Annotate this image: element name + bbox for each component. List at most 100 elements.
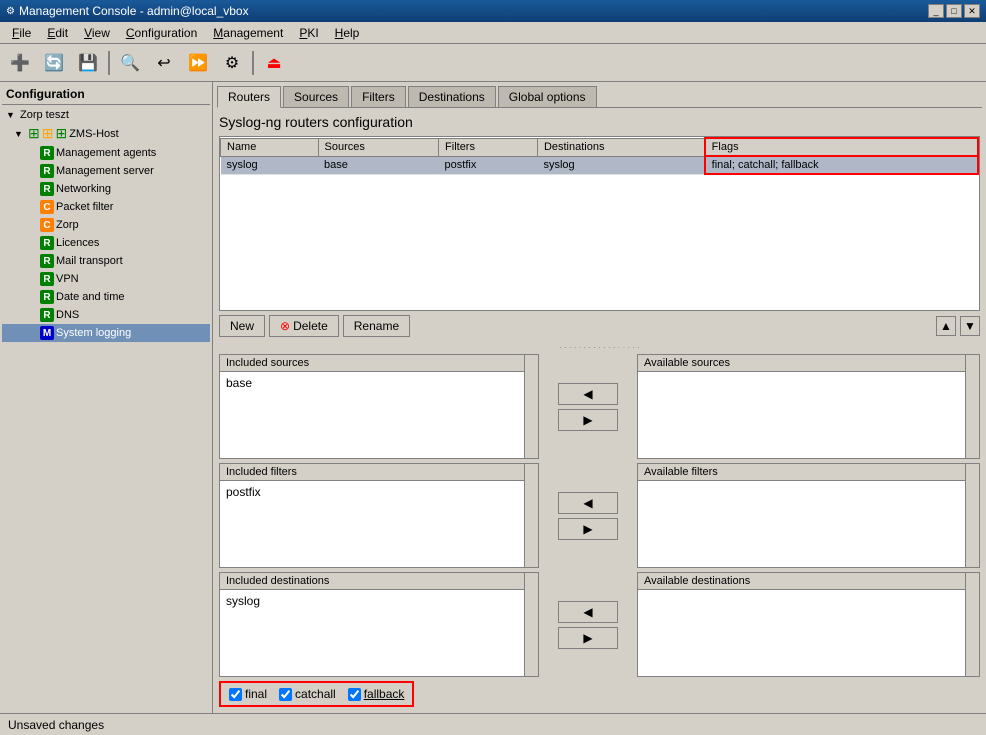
- rename-button[interactable]: Rename: [343, 315, 410, 337]
- tab-global-options[interactable]: Global options: [498, 86, 597, 107]
- menu-configuration[interactable]: Configuration: [118, 24, 205, 42]
- scroll-down-btn[interactable]: ▼: [960, 316, 980, 336]
- flags-bar: final catchall fallback: [219, 681, 414, 707]
- included-filters-panel: Included filters postfix: [219, 463, 539, 568]
- filters-transfer-row: Included filters postfix ◀ ▶ Available f…: [219, 463, 980, 568]
- r-icon: R: [40, 182, 54, 196]
- filters-move-left-btn[interactable]: ◀: [558, 492, 618, 514]
- flag-fallback-checkbox[interactable]: fallback: [348, 687, 405, 701]
- list-item[interactable]: base: [226, 376, 532, 390]
- main-layout: Configuration ▼ Zorp teszt ▼ ⊞ ⊞ ⊞ ZMS-H…: [0, 82, 986, 713]
- status-text: Unsaved changes: [8, 718, 104, 732]
- toolbar-search-button[interactable]: 🔍: [114, 48, 146, 78]
- sidebar-item-mgmt-server[interactable]: R Management server: [2, 162, 210, 180]
- col-header-sources: Sources: [318, 138, 439, 156]
- sidebar-item-label: Date and time: [56, 291, 124, 303]
- new-button[interactable]: New: [219, 315, 265, 337]
- menu-file[interactable]: File: [4, 24, 39, 42]
- flag-final-checkbox[interactable]: final: [229, 687, 267, 701]
- toolbar-back-button[interactable]: ↩: [148, 48, 180, 78]
- sidebar-item-mail-transport[interactable]: R Mail transport: [2, 252, 210, 270]
- included-destinations-content: syslog: [220, 590, 538, 676]
- included-sources-scrollbar[interactable]: [524, 355, 538, 458]
- sidebar-item-packet-filter[interactable]: C Packet filter: [2, 198, 210, 216]
- list-item[interactable]: syslog: [226, 594, 532, 608]
- action-button-bar: New ⊗ Delete Rename ▲ ▼: [219, 311, 980, 341]
- menu-edit[interactable]: Edit: [39, 24, 76, 42]
- sources-move-left-btn[interactable]: ◀: [558, 383, 618, 405]
- r-icon: R: [40, 308, 54, 322]
- separator-dots: · · · · · · · · · · · · · · · · ·: [219, 341, 980, 354]
- sidebar-item-networking[interactable]: R Networking: [2, 180, 210, 198]
- sidebar-item-zorp[interactable]: C Zorp: [2, 216, 210, 234]
- menu-management[interactable]: Management: [205, 24, 291, 42]
- tab-routers[interactable]: Routers: [217, 86, 281, 108]
- toolbar-settings-button[interactable]: ⚙: [216, 48, 248, 78]
- included-sources-title: Included sources: [220, 355, 538, 372]
- tab-bar: Routers Sources Filters Destinations Glo…: [213, 82, 986, 107]
- cell-sources: base: [318, 156, 439, 174]
- rename-button-label: Rename: [354, 319, 399, 333]
- title-text: Management Console - admin@local_vbox: [19, 4, 249, 18]
- sidebar-item-zorp-teszt[interactable]: ▼ Zorp teszt: [2, 107, 210, 123]
- sidebar-item-vpn[interactable]: R VPN: [2, 270, 210, 288]
- available-destinations-scrollbar[interactable]: [965, 573, 979, 676]
- included-filters-title: Included filters: [220, 464, 538, 481]
- host-icon2: ⊞: [42, 125, 54, 142]
- toolbar-disconnect-button[interactable]: ⏏: [258, 48, 290, 78]
- delete-icon: ⊗: [280, 319, 290, 333]
- tab-destinations[interactable]: Destinations: [408, 86, 496, 107]
- sidebar-item-dns[interactable]: R DNS: [2, 306, 210, 324]
- toolbar: ➕ 🔄 💾 🔍 ↩ ⏩ ⚙ ⏏: [0, 44, 986, 82]
- sources-transfer-row: Included sources base ◀ ▶ Available sour…: [219, 354, 980, 459]
- sidebar-item-label: ZMS-Host: [69, 128, 119, 140]
- toolbar-forward-button[interactable]: ⏩: [182, 48, 214, 78]
- cell-flags: final; catchall; fallback: [705, 156, 978, 174]
- delete-button[interactable]: ⊗ Delete: [269, 315, 339, 337]
- flag-final-input[interactable]: [229, 688, 242, 701]
- sources-arrows: ◀ ▶: [543, 354, 633, 459]
- toolbar-new-button[interactable]: ➕: [4, 48, 36, 78]
- sidebar-item-zms-host[interactable]: ▼ ⊞ ⊞ ⊞ ZMS-Host: [2, 123, 210, 144]
- included-filters-content: postfix: [220, 481, 538, 567]
- minimize-button[interactable]: _: [928, 4, 944, 18]
- flag-catchall-checkbox[interactable]: catchall: [279, 687, 336, 701]
- col-header-destinations: Destinations: [537, 138, 704, 156]
- title-bar: ⚙ Management Console - admin@local_vbox …: [0, 0, 986, 22]
- sidebar-item-licences[interactable]: R Licences: [2, 234, 210, 252]
- r-icon: R: [40, 272, 54, 286]
- sidebar-item-label: DNS: [56, 309, 79, 321]
- maximize-button[interactable]: □: [946, 4, 962, 18]
- included-sources-panel: Included sources base: [219, 354, 539, 459]
- included-destinations-scrollbar[interactable]: [524, 573, 538, 676]
- menu-pki[interactable]: PKI: [291, 24, 326, 42]
- included-sources-content: base: [220, 372, 538, 458]
- host-icon3: ⊞: [55, 125, 67, 142]
- close-button[interactable]: ✕: [964, 4, 980, 18]
- available-filters-scrollbar[interactable]: [965, 464, 979, 567]
- sidebar-item-system-logging[interactable]: M System logging: [2, 324, 210, 342]
- menu-view[interactable]: View: [76, 24, 118, 42]
- flag-fallback-input[interactable]: [348, 688, 361, 701]
- filters-move-right-btn[interactable]: ▶: [558, 518, 618, 540]
- col-header-flags: Flags: [705, 138, 978, 156]
- toolbar-save-button[interactable]: 💾: [72, 48, 104, 78]
- available-destinations-title: Available destinations: [638, 573, 979, 590]
- sidebar-item-date-time[interactable]: R Date and time: [2, 288, 210, 306]
- router-table-container: Name Sources Filters Destinations Flags …: [219, 136, 980, 311]
- tab-sources[interactable]: Sources: [283, 86, 349, 107]
- sources-move-right-btn[interactable]: ▶: [558, 409, 618, 431]
- menu-help[interactable]: Help: [327, 24, 368, 42]
- toolbar-refresh-button[interactable]: 🔄: [38, 48, 70, 78]
- scroll-up-btn[interactable]: ▲: [936, 316, 956, 336]
- available-sources-scrollbar[interactable]: [965, 355, 979, 458]
- tab-filters[interactable]: Filters: [351, 86, 406, 107]
- sidebar-item-mgmt-agents[interactable]: R Management agents: [2, 144, 210, 162]
- included-filters-scrollbar[interactable]: [524, 464, 538, 567]
- c-icon: C: [40, 218, 54, 232]
- list-item[interactable]: postfix: [226, 485, 532, 499]
- table-row[interactable]: syslog base postfix syslog final; catcha…: [221, 156, 979, 174]
- flag-catchall-input[interactable]: [279, 688, 292, 701]
- destinations-move-left-btn[interactable]: ◀: [558, 601, 618, 623]
- destinations-move-right-btn[interactable]: ▶: [558, 627, 618, 649]
